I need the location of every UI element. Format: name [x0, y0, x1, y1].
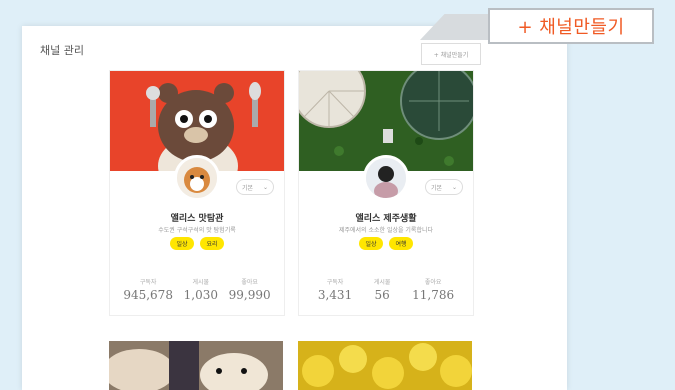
stat-value: 11,786 [412, 288, 455, 302]
channel-tag[interactable]: 일상 [359, 237, 383, 250]
channel-name: 앨리스 제주생활 [355, 214, 417, 224]
channel-card[interactable]: 기본 ⌄ 앨리스 제주생활 제주에서의 소소한 일상을 기록합니다 일상 여행 … [298, 70, 474, 316]
stat-subscribers: 구독자 3,431 [318, 277, 352, 302]
stat-posts: 게시물 56 [374, 277, 391, 302]
stat-value: 945,678 [123, 288, 173, 302]
channel-visibility-dropdown[interactable]: 기본 ⌄ [236, 179, 274, 195]
page-title: 채널 관리 [40, 44, 84, 57]
dropdown-value: 기본 [430, 184, 443, 192]
stat-likes: 좋아요 11,786 [412, 277, 454, 302]
chevron-down-icon: ⌄ [451, 183, 457, 191]
channel-avatar [174, 155, 220, 201]
channel-card-cover-partial[interactable] [109, 341, 283, 390]
dropdown-value: 기본 [241, 184, 254, 192]
channel-card[interactable]: 기본 ⌄ 앨리스 맛탐관 수도권 구석구석의 맛 탐험기록 일상 요리 구독자 … [109, 70, 285, 316]
stat-value: 56 [374, 288, 390, 302]
create-channel-callout: + 채널만들기 [488, 8, 654, 44]
stat-posts: 게시물 1,030 [184, 277, 218, 302]
channel-tag[interactable]: 여행 [389, 237, 413, 250]
stat-value: 3,431 [317, 288, 353, 302]
create-channel-button[interactable]: + 채널만들기 [421, 43, 481, 65]
stat-value: 1,030 [183, 288, 218, 302]
stat-label: 좋아요 [424, 279, 442, 286]
stat-label: 구독자 [326, 279, 344, 286]
stat-label: 구독자 [139, 279, 157, 286]
stat-value: 99,990 [228, 288, 271, 302]
stat-label: 게시물 [373, 279, 391, 286]
channel-description: 수도권 구석구석의 맛 탐험기록 [158, 227, 236, 234]
channel-avatar [363, 155, 409, 201]
channel-management-panel [22, 26, 567, 390]
channel-tag[interactable]: 일상 [170, 237, 194, 250]
stat-subscribers: 구독자 945,678 [123, 277, 173, 302]
stat-label: 게시물 [192, 279, 210, 286]
stat-label: 좋아요 [241, 279, 258, 286]
channel-visibility-dropdown[interactable]: 기본 ⌄ [425, 179, 463, 195]
channel-description: 제주에서의 소소한 일상을 기록합니다 [338, 227, 434, 234]
stat-likes: 좋아요 99,990 [229, 277, 271, 302]
channel-tag[interactable]: 요리 [200, 237, 224, 250]
channel-card-cover-partial[interactable] [298, 341, 472, 390]
chevron-down-icon: ⌄ [262, 183, 268, 191]
channel-name: 앨리스 맛탐관 [170, 214, 224, 224]
